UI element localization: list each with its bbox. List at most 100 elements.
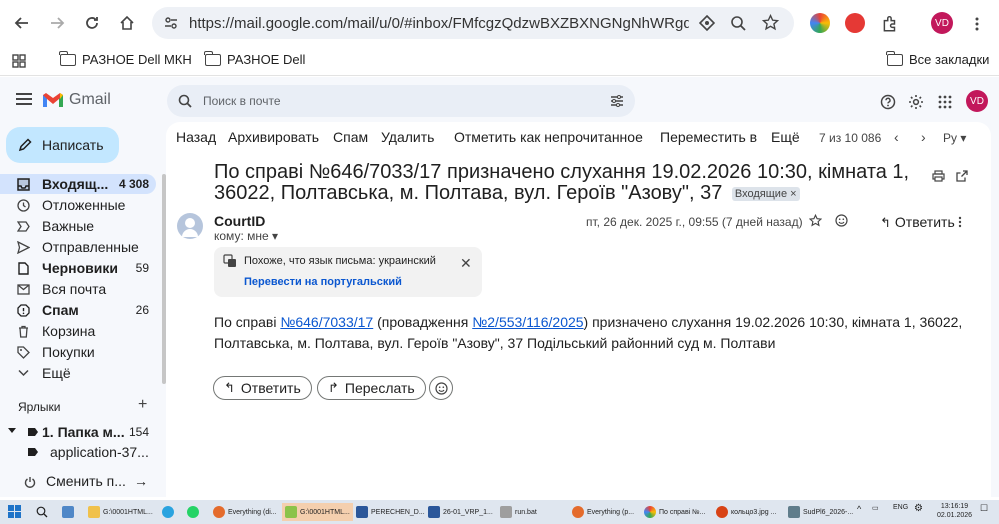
- address-bar[interactable]: https://mail.google.com/mail/u/0/#inbox/…: [152, 7, 794, 39]
- close-icon[interactable]: ✕: [460, 255, 472, 272]
- cast-icon[interactable]: [698, 14, 716, 36]
- case-number-link[interactable]: №646/7033/17: [280, 314, 373, 330]
- sidebar-label-folder[interactable]: 1. Папка м... 154: [0, 422, 156, 442]
- switch-account-link[interactable]: Сменить п... →: [0, 469, 160, 495]
- sender-name[interactable]: CourtID: [214, 213, 265, 229]
- reply-button-top[interactable]: ↰ Ответить: [880, 214, 955, 231]
- search-options-icon[interactable]: [610, 94, 624, 113]
- forward-button[interactable]: ↱ Переслать: [317, 376, 426, 400]
- sidebar-item-trash[interactable]: Корзина: [0, 321, 156, 341]
- compose-button[interactable]: Написать: [6, 127, 119, 163]
- message-body: По справі №646/7033/17 (провадження №2/5…: [214, 314, 963, 351]
- sidebar-item-spam[interactable]: Спам 26: [0, 300, 156, 320]
- all-bookmarks[interactable]: Все закладки: [886, 50, 989, 67]
- message-subject: По справі №646/7033/17 призначено слухан…: [214, 161, 910, 204]
- bookmarks-bar: РАЗНОЕ Dell МКН РАЗНОЕ Dell Все закладки: [0, 46, 999, 76]
- keyboard-language[interactable]: ENG: [893, 504, 908, 511]
- more-actions-button[interactable]: Ещё: [771, 129, 800, 145]
- input-language-button[interactable]: Ру ▾: [943, 131, 966, 145]
- emoji-reaction-icon[interactable]: [835, 214, 848, 232]
- reply-button[interactable]: ↰ Ответить: [213, 376, 312, 400]
- taskbar-item[interactable]: 26-01_VRP_1...: [428, 503, 493, 521]
- taskbar-item[interactable]: кольцо3.jpg ...: [716, 503, 776, 521]
- print-icon[interactable]: [932, 169, 945, 187]
- sidebar-item-important[interactable]: Важные: [0, 216, 156, 236]
- taskbar-telegram-icon[interactable]: [162, 503, 174, 521]
- settings-gear-icon[interactable]: [907, 93, 925, 111]
- apps-grid-icon[interactable]: [12, 54, 26, 73]
- prev-message-icon[interactable]: ‹: [894, 129, 899, 145]
- proceeding-number-link[interactable]: №2/553/116/2025: [472, 314, 583, 330]
- message-more-icon[interactable]: [958, 215, 962, 233]
- extension-color-icon[interactable]: [810, 13, 830, 33]
- clock-icon: [16, 198, 30, 212]
- search-input[interactable]: Поиск в почте: [203, 94, 281, 108]
- caret-down-icon[interactable]: [8, 428, 16, 433]
- taskbar-item[interactable]: По справі №...: [644, 503, 706, 521]
- taskbar-item[interactable]: G:\0001HTML...: [88, 503, 153, 521]
- main-menu-icon[interactable]: [16, 93, 32, 105]
- bookmark-folder[interactable]: РАЗНОЕ Dell: [204, 50, 305, 67]
- star-icon[interactable]: [808, 213, 823, 232]
- forward-arrow-icon[interactable]: [45, 11, 69, 35]
- taskbar-item[interactable]: Everything (p...: [572, 503, 634, 521]
- taskbar-whatsapp-icon[interactable]: [187, 503, 199, 521]
- windows-start-icon[interactable]: [8, 505, 21, 523]
- extension-infinity-icon[interactable]: [845, 13, 865, 33]
- sidebar-item-drafts[interactable]: Черновики 59: [0, 258, 156, 278]
- taskbar-item-active[interactable]: G:\0001HTML...: [282, 503, 353, 521]
- sidebar-item-more[interactable]: Ещё: [0, 363, 156, 383]
- url-text[interactable]: https://mail.google.com/mail/u/0/#inbox/…: [189, 15, 689, 32]
- emoji-button[interactable]: [429, 376, 453, 400]
- inbox-label-chip[interactable]: Входящие ×: [731, 187, 800, 201]
- taskbar-item[interactable]: Everything (di...: [213, 503, 277, 521]
- search-bar[interactable]: Поиск в почте: [167, 85, 635, 117]
- add-label-icon[interactable]: +: [138, 396, 147, 414]
- back-button[interactable]: Назад: [176, 129, 216, 145]
- notifications-icon[interactable]: ☐: [980, 503, 988, 514]
- bookmark-star-icon[interactable]: [761, 13, 780, 36]
- help-icon[interactable]: [879, 93, 897, 111]
- important-icon: [16, 219, 30, 233]
- taskbar-item[interactable]: PERECHEN_D...: [356, 503, 425, 521]
- mail-icon: [16, 282, 30, 296]
- site-settings-icon[interactable]: [163, 15, 179, 36]
- reload-icon[interactable]: [80, 11, 104, 35]
- taskbar-item[interactable]: SudPl6_2026-...: [788, 503, 853, 521]
- sidebar-item-snoozed[interactable]: Отложенные: [0, 195, 156, 215]
- bookmark-folder[interactable]: РАЗНОЕ Dell МКН: [59, 50, 192, 67]
- delete-button[interactable]: Удалить: [381, 129, 434, 145]
- translate-link[interactable]: Перевести на португальский: [244, 276, 402, 288]
- settings-gear-icon[interactable]: ⚙: [914, 503, 923, 514]
- move-to-button[interactable]: Переместить в: [660, 129, 757, 145]
- search-icon[interactable]: [36, 505, 48, 523]
- account-avatar[interactable]: VD: [966, 90, 988, 112]
- home-icon[interactable]: [115, 11, 139, 35]
- zoom-icon[interactable]: [730, 15, 746, 36]
- taskbar-app-icon[interactable]: [62, 503, 74, 521]
- message-view: Назад Архивировать Спам Удалить Отметить…: [166, 122, 991, 497]
- tray-app-icon[interactable]: ▭: [872, 504, 879, 512]
- sidebar-item-all-mail[interactable]: Вся почта: [0, 279, 156, 299]
- sidebar-item-purchases[interactable]: Покупки: [0, 342, 156, 362]
- extensions-puzzle-icon[interactable]: [878, 12, 902, 36]
- sidebar-item-inbox[interactable]: Входящ... 4 308: [0, 174, 156, 194]
- sidebar-item-sent[interactable]: Отправленные: [0, 237, 156, 257]
- clock[interactable]: 13:16:19 02.01.2026: [937, 502, 972, 520]
- tray-overflow-icon[interactable]: ^: [857, 504, 861, 514]
- mark-unread-button[interactable]: Отметить как непрочитанное: [454, 129, 643, 145]
- google-apps-icon[interactable]: [936, 93, 954, 111]
- gmail-logo[interactable]: Gmail: [42, 91, 111, 109]
- spam-button[interactable]: Спам: [333, 129, 368, 145]
- back-arrow-icon[interactable]: [10, 11, 34, 35]
- archive-button[interactable]: Архивировать: [228, 129, 319, 145]
- gmail-m-icon: [42, 92, 64, 108]
- search-icon[interactable]: [178, 94, 192, 113]
- taskbar-item[interactable]: run.bat: [500, 503, 537, 521]
- browser-profile-avatar[interactable]: VD: [931, 12, 953, 34]
- next-message-icon[interactable]: ›: [921, 129, 926, 145]
- open-new-window-icon[interactable]: [956, 169, 968, 187]
- recipient-details[interactable]: кому: мне ▾: [214, 229, 278, 243]
- sidebar-label-application[interactable]: application-37...: [0, 442, 156, 462]
- browser-menu-icon[interactable]: [965, 12, 989, 36]
